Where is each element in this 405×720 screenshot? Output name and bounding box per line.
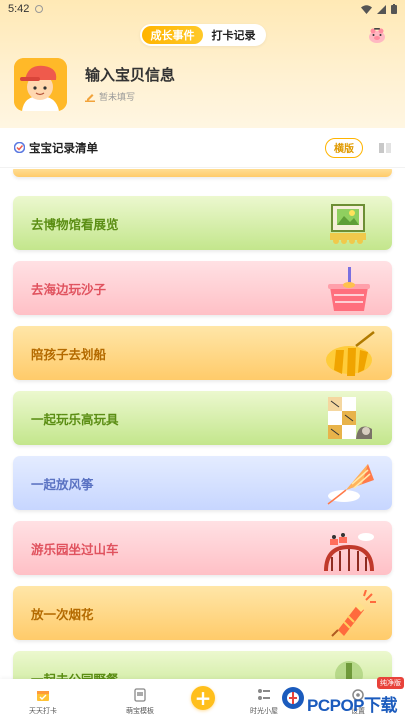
list-item[interactable]: 去博物馆看展览 (13, 196, 392, 250)
museum-picture-icon (330, 204, 366, 244)
list-item-label: 去海边玩沙子 (31, 281, 107, 297)
firework-icon (331, 590, 376, 637)
list-item[interactable]: 放一次烟花 (13, 586, 392, 640)
status-time: 5:42 (8, 3, 30, 15)
watermark-badge: 纯净版 (377, 677, 404, 689)
status-bar: 5:42 (0, 0, 405, 18)
boat-icon (326, 331, 375, 376)
sand-bucket-icon (328, 267, 370, 311)
piggy-bank-icon[interactable] (367, 25, 387, 45)
list-item-label: 一起放风筝 (31, 476, 94, 492)
list-item[interactable]: 一起放风筝 (13, 456, 392, 510)
tab-growth-events[interactable]: 成长事件 (142, 26, 203, 44)
list-item-label: 放一次烟花 (31, 606, 94, 622)
layout-toggle-icon[interactable] (379, 142, 391, 154)
timeline-icon (258, 689, 270, 700)
status-settings-icon (35, 5, 44, 13)
nav-cute-template[interactable]: 萌宝模板 (110, 679, 170, 720)
plus-icon: + (194, 686, 212, 710)
landscape-mode-button[interactable]: 横版 (325, 137, 363, 158)
tab-checkin-records[interactable]: 打卡记录 (203, 26, 264, 44)
roller-coaster-icon (324, 533, 374, 572)
template-icon (134, 688, 146, 702)
list-item[interactable]: 去海边玩沙子 (13, 261, 392, 315)
lego-blocks-icon (328, 397, 372, 439)
list-item[interactable]: 一起玩乐高玩具 (13, 391, 392, 445)
list-item[interactable]: 陪孩子去划船 (13, 326, 392, 380)
tab-switcher: 成长事件 打卡记录 (140, 24, 266, 46)
baby-cartoon-icon (14, 58, 67, 111)
list-item-label: 陪孩子去划船 (31, 346, 107, 362)
list-item[interactable]: 游乐园坐过山车 (13, 521, 392, 575)
record-list[interactable]: 去博物馆看展览 去海边玩沙子 陪孩子去划船 一起玩乐高玩具 一起放风筝 游乐园坐… (0, 169, 405, 699)
calendar-check-icon (37, 691, 49, 701)
record-list-icon (14, 142, 25, 153)
baby-avatar[interactable] (14, 58, 67, 111)
nav-label: 时光小屋 (250, 707, 278, 715)
signal-icon (377, 4, 386, 14)
watermark-text: PCPOP下载 (307, 696, 398, 715)
list-item-label: 去博物馆看展览 (31, 216, 119, 232)
list-item-partial[interactable] (13, 169, 392, 177)
baby-info-title[interactable]: 输入宝贝信息 (85, 64, 175, 85)
kite-icon (327, 464, 374, 505)
list-item-label: 一起玩乐高玩具 (31, 411, 119, 427)
nav-label: 萌宝模板 (126, 707, 154, 715)
list-item-label: 游乐园坐过山车 (31, 541, 119, 557)
wifi-icon (361, 4, 372, 14)
nav-label: 天天打卡 (29, 707, 57, 715)
record-list-header: 宝宝记录清单 横版 (0, 128, 405, 168)
baby-info-status[interactable]: 暂未填写 (85, 90, 135, 103)
nav-daily-checkin[interactable]: 天天打卡 (13, 679, 73, 720)
add-record-button[interactable]: + (191, 686, 215, 710)
battery-icon (391, 4, 397, 14)
record-list-title: 宝宝记录清单 (29, 140, 98, 155)
baby-info-subtitle: 暂未填写 (99, 93, 136, 103)
edit-pen-icon (85, 93, 95, 102)
